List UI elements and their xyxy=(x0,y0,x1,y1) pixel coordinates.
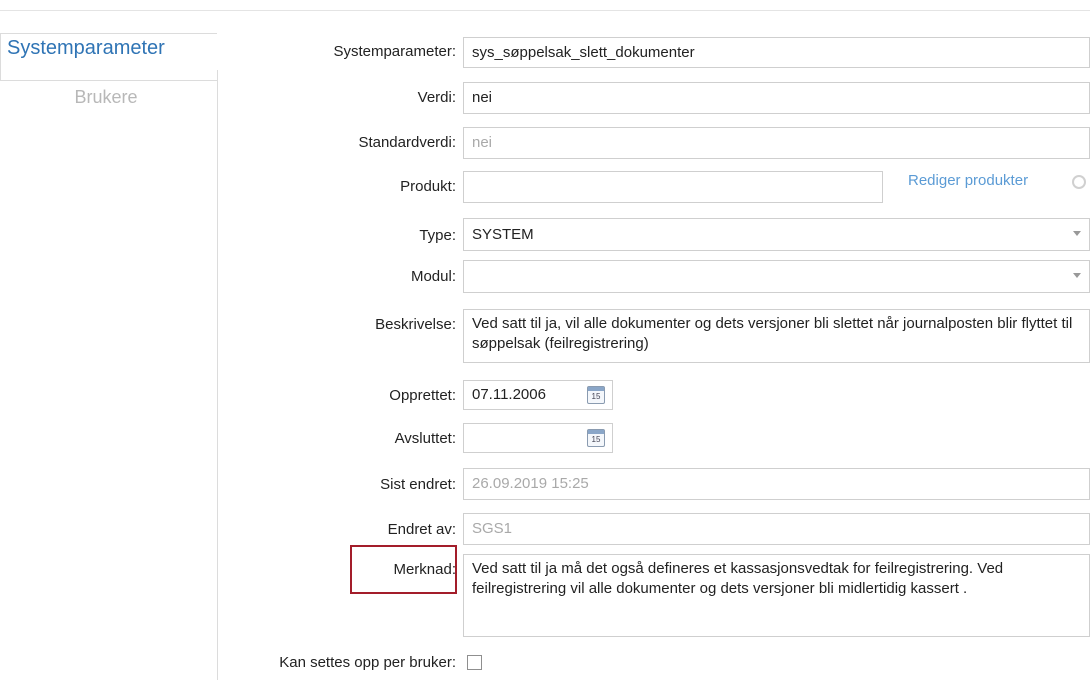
sidebar-divider xyxy=(217,70,218,680)
rediger-produkter-link[interactable]: Rediger produkter xyxy=(908,172,1028,189)
avsluttet-date-input[interactable]: 15 xyxy=(463,423,613,453)
calendar-icon-day: 15 xyxy=(591,392,601,401)
calendar-icon[interactable]: 15 xyxy=(587,386,605,404)
type-select-value: SYSTEM xyxy=(472,226,534,243)
verdi-label: Verdi: xyxy=(417,89,456,106)
chevron-down-icon xyxy=(1073,273,1081,278)
systemparameter-label: Systemparameter: xyxy=(333,43,456,60)
endret-av-input: SGS1 xyxy=(463,513,1090,545)
chevron-down-icon xyxy=(1073,231,1081,236)
beskrivelse-textarea[interactable]: Ved satt til ja, vil alle dokumenter og … xyxy=(463,309,1090,363)
merknad-label: Merknad: xyxy=(393,561,456,578)
systemparameter-input[interactable]: sys_søppelsak_slett_dokumenter xyxy=(463,37,1090,68)
merknad-textarea[interactable]: Ved satt til ja må det også defineres et… xyxy=(463,554,1090,637)
beskrivelse-label: Beskrivelse: xyxy=(375,316,456,333)
modul-select[interactable] xyxy=(463,260,1090,293)
endret-av-label: Endret av: xyxy=(387,521,456,538)
calendar-icon[interactable]: 15 xyxy=(587,429,605,447)
avsluttet-label: Avsluttet: xyxy=(394,430,456,447)
tab-systemparameter[interactable]: Systemparameter xyxy=(0,33,217,81)
type-select[interactable]: SYSTEM xyxy=(463,218,1090,251)
verdi-input[interactable]: nei xyxy=(463,82,1090,114)
tab-systemparameter-label: Systemparameter xyxy=(7,37,165,59)
calendar-icon-day: 15 xyxy=(591,435,601,444)
opprettet-date-value: 07.11.2006 xyxy=(472,386,546,403)
sist-endret-label: Sist endret: xyxy=(380,476,456,493)
opprettet-label: Opprettet: xyxy=(389,387,456,404)
sist-endret-input: 26.09.2019 15:25 xyxy=(463,468,1090,500)
modul-label: Modul: xyxy=(410,268,456,285)
type-label: Type: xyxy=(419,227,456,244)
paperclip-icon[interactable] xyxy=(1072,175,1086,189)
standardverdi-label: Standardverdi: xyxy=(358,134,456,151)
produkt-label: Produkt: xyxy=(400,178,456,195)
kan-settes-checkbox[interactable] xyxy=(467,655,482,670)
kan-settes-label: Kan settes opp per bruker: xyxy=(279,654,456,671)
sidebar: Systemparameter Brukere xyxy=(0,11,218,680)
standardverdi-input: nei xyxy=(463,127,1090,159)
produkt-input[interactable] xyxy=(463,171,883,203)
tab-brukere[interactable]: Brukere xyxy=(0,87,212,108)
opprettet-date-input[interactable]: 07.11.2006 15 xyxy=(463,380,613,410)
